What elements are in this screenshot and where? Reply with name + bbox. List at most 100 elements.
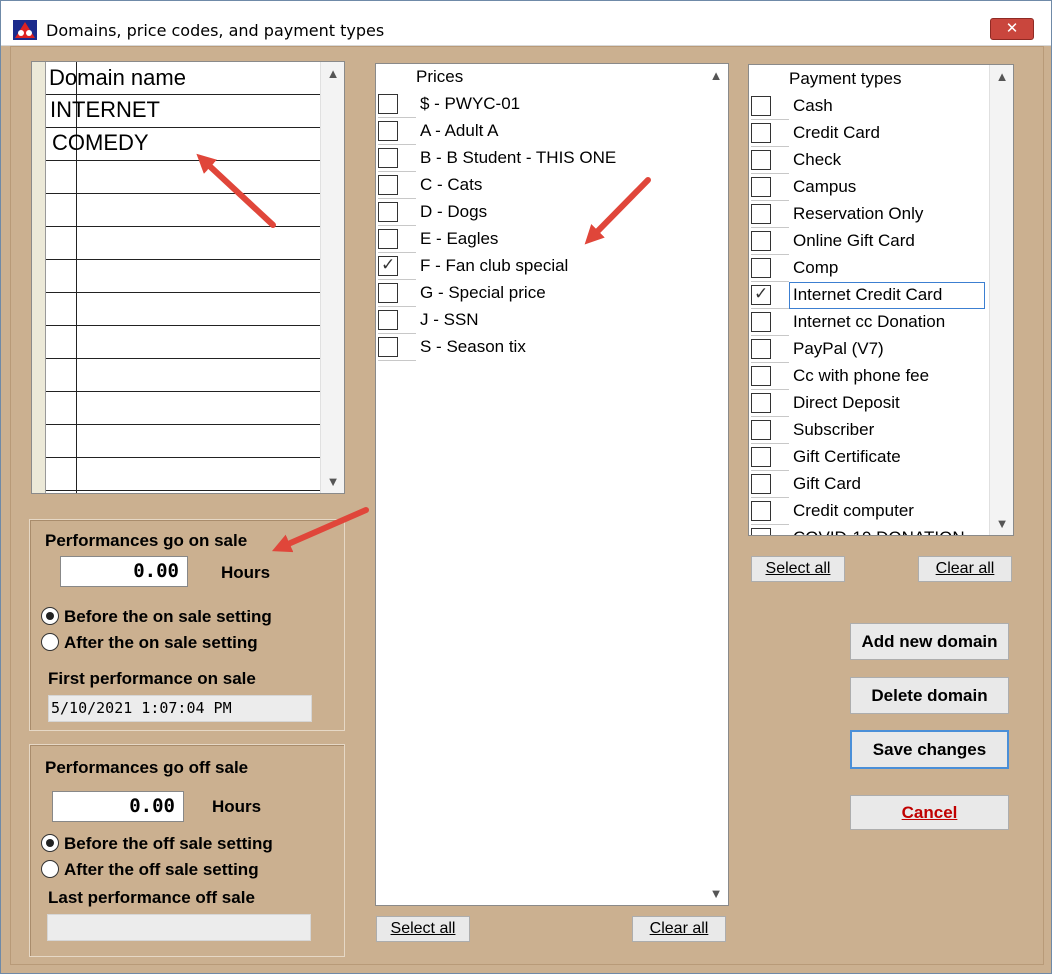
checkbox[interactable]: ✓ xyxy=(378,255,398,276)
list-item[interactable]: $ - PWYC-01 xyxy=(378,94,678,121)
on-sale-hours-input[interactable]: 0.00 xyxy=(60,556,188,587)
off-sale-before-label[interactable]: Before the off sale setting xyxy=(64,834,273,854)
checkbox[interactable] xyxy=(751,447,771,467)
domain-column-header[interactable]: Domain name xyxy=(49,65,186,91)
list-item[interactable]: Cc with phone fee xyxy=(751,366,1013,393)
list-item[interactable]: D - Dogs xyxy=(378,202,678,229)
list-item[interactable]: Online Gift Card xyxy=(751,231,1013,258)
domain-row[interactable]: INTERNET xyxy=(50,97,160,123)
off-sale-after-label[interactable]: After the off sale setting xyxy=(64,860,259,880)
checkbox[interactable] xyxy=(751,420,771,440)
list-item-label: $ - PWYC-01 xyxy=(420,94,521,113)
on-sale-before-radio[interactable] xyxy=(41,607,59,625)
list-item[interactable]: COVID-19 DONATION xyxy=(751,528,1013,535)
checkbox[interactable]: ✓ xyxy=(751,284,771,305)
list-item[interactable]: Internet cc Donation xyxy=(751,312,1013,339)
payment-types-list[interactable]: Payment types Cash Credit Card Check Campus… xyxy=(748,64,1014,536)
list-item[interactable]: Credit Card xyxy=(751,123,1013,150)
scroll-down-icon[interactable]: ▼ xyxy=(704,886,728,901)
list-item[interactable]: G - Special price xyxy=(378,283,678,310)
checkbox[interactable] xyxy=(751,204,771,224)
checkbox[interactable] xyxy=(751,123,771,143)
checkbox[interactable] xyxy=(378,283,398,303)
off-sale-hours-input[interactable]: 0.00 xyxy=(52,791,184,822)
prices-scrollbar[interactable]: ▲ ▼ xyxy=(704,64,728,905)
grid-line xyxy=(46,424,326,425)
checkbox[interactable] xyxy=(378,229,398,249)
list-item[interactable]: Direct Deposit xyxy=(751,393,1013,420)
row-divider xyxy=(378,279,416,280)
list-item[interactable]: S - Season tix xyxy=(378,337,678,364)
scroll-up-icon[interactable]: ▲ xyxy=(321,66,344,81)
off-sale-after-radio[interactable] xyxy=(41,860,59,878)
list-item[interactable]: Subscriber xyxy=(751,420,1013,447)
checkbox[interactable] xyxy=(751,312,771,332)
delete-domain-button[interactable]: Delete domain xyxy=(850,677,1009,714)
list-item[interactable]: Check xyxy=(751,150,1013,177)
row-divider xyxy=(378,333,416,334)
list-item[interactable]: Credit computer xyxy=(751,501,1013,528)
list-item[interactable]: A - Adult A xyxy=(378,121,678,148)
checkbox[interactable] xyxy=(751,177,771,197)
payments-scrollbar[interactable]: ▲ ▼ xyxy=(989,65,1013,535)
scroll-down-icon[interactable]: ▼ xyxy=(990,516,1013,531)
on-sale-after-radio[interactable] xyxy=(41,633,59,651)
cancel-button[interactable]: Cancel xyxy=(850,795,1009,830)
list-item[interactable]: B - B Student - THIS ONE xyxy=(378,148,678,175)
scroll-down-icon[interactable]: ▼ xyxy=(321,474,344,489)
scroll-up-icon[interactable]: ▲ xyxy=(704,68,728,83)
checkbox[interactable] xyxy=(378,202,398,222)
list-item-label: COVID-19 DONATION xyxy=(793,528,965,535)
checkbox[interactable] xyxy=(378,94,398,114)
prices-clear-all-button[interactable]: Clear all xyxy=(632,916,726,942)
checkbox[interactable] xyxy=(751,150,771,170)
list-item[interactable]: ✓ Internet Credit Card xyxy=(751,282,1013,312)
row-divider xyxy=(378,306,416,307)
list-item[interactable]: Gift Certificate xyxy=(751,447,1013,474)
checkbox[interactable] xyxy=(378,310,398,330)
checkbox[interactable] xyxy=(378,337,398,357)
checkbox[interactable] xyxy=(378,175,398,195)
add-new-domain-button[interactable]: Add new domain xyxy=(850,623,1009,660)
checkbox[interactable] xyxy=(751,474,771,494)
off-sale-title: Performances go off sale xyxy=(45,758,249,777)
checkbox[interactable] xyxy=(751,528,771,535)
list-item[interactable]: PayPal (V7) xyxy=(751,339,1013,366)
list-item[interactable]: J - SSN xyxy=(378,310,678,337)
domain-row[interactable]: COMEDY xyxy=(52,130,149,156)
checkbox[interactable] xyxy=(751,501,771,521)
prices-list[interactable]: Prices $ - PWYC-01 A - Adult A B - B Stude… xyxy=(375,63,729,906)
domain-scrollbar[interactable]: ▲ ▼ xyxy=(320,62,344,493)
checkbox[interactable] xyxy=(751,339,771,359)
list-item[interactable]: E - Eagles xyxy=(378,229,678,256)
off-sale-before-radio[interactable] xyxy=(41,834,59,852)
list-item[interactable]: Gift Card xyxy=(751,474,1013,501)
list-item-label: B - B Student - THIS ONE xyxy=(420,148,617,167)
on-sale-after-label[interactable]: After the on sale setting xyxy=(64,633,258,653)
checkbox[interactable] xyxy=(751,393,771,413)
checkbox[interactable] xyxy=(751,366,771,386)
checkbox[interactable] xyxy=(751,258,771,278)
row-divider xyxy=(378,360,416,361)
list-item[interactable]: C - Cats xyxy=(378,175,678,202)
list-item[interactable]: Reservation Only xyxy=(751,204,1013,231)
on-sale-before-label[interactable]: Before the on sale setting xyxy=(64,607,272,627)
list-item[interactable]: Comp xyxy=(751,258,1013,285)
payments-select-all-button[interactable]: Select all xyxy=(751,556,845,582)
list-item[interactable]: Campus xyxy=(751,177,1013,204)
domain-grid[interactable]: Domain name INTERNET COMEDY ▲ ▼ xyxy=(31,61,345,494)
close-button[interactable]: ✕ xyxy=(990,18,1034,40)
checkbox[interactable] xyxy=(378,121,398,141)
list-item[interactable]: Cash xyxy=(751,96,1013,123)
checkbox[interactable] xyxy=(378,148,398,168)
prices-select-all-button[interactable]: Select all xyxy=(376,916,470,942)
list-item[interactable]: ✓ F - Fan club special xyxy=(378,255,678,283)
save-changes-button[interactable]: Save changes xyxy=(850,730,1009,769)
scroll-up-icon[interactable]: ▲ xyxy=(990,69,1013,84)
list-item-label: Cc with phone fee xyxy=(793,366,930,385)
grid-line xyxy=(46,226,326,227)
checkbox[interactable] xyxy=(751,96,771,116)
checkbox[interactable] xyxy=(751,231,771,251)
payments-clear-all-button[interactable]: Clear all xyxy=(918,556,1012,582)
row-divider xyxy=(751,524,789,525)
